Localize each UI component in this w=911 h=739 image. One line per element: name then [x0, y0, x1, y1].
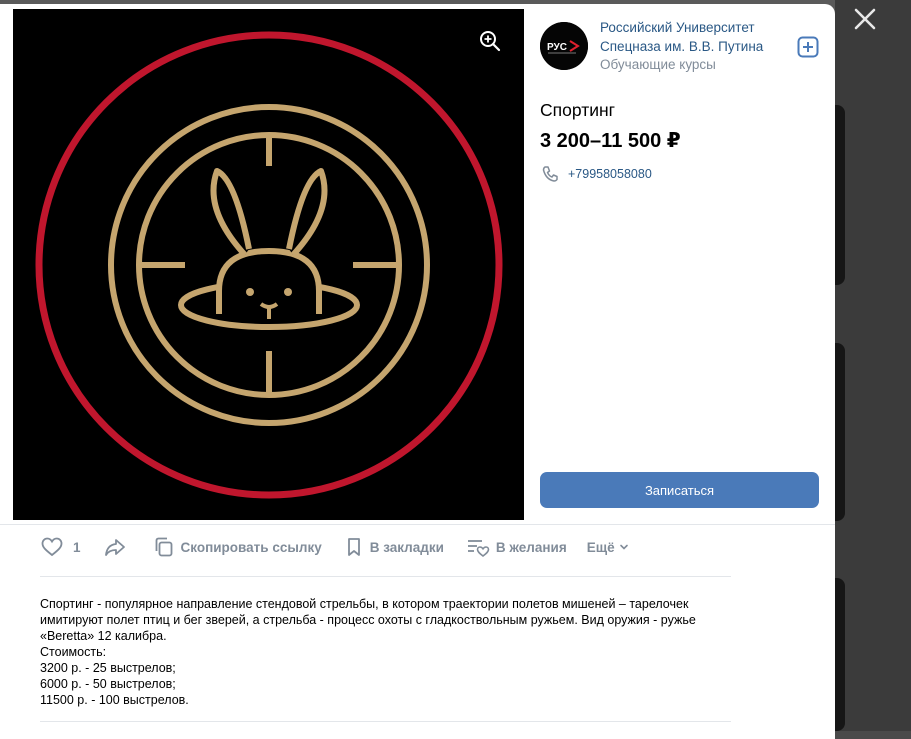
product-photo[interactable]	[13, 9, 524, 520]
more-button[interactable]: Ещё	[587, 540, 630, 555]
product-info-panel: РУС Российский Университет Спецназа им. …	[540, 4, 825, 524]
divider	[40, 576, 731, 577]
bookmark-label: В закладки	[369, 539, 444, 555]
plus-square-icon	[797, 36, 819, 58]
zoom-button[interactable]	[479, 30, 501, 52]
background-feed	[835, 0, 911, 731]
more-label: Ещё	[586, 539, 615, 555]
background-card	[835, 343, 845, 521]
phone-link[interactable]: +79958058080	[568, 167, 652, 181]
svg-text:РУС: РУС	[547, 42, 567, 53]
description-text: Стоимость:	[40, 645, 107, 659]
description-text: 6000 р. - 50 выстрелов;	[40, 677, 176, 691]
description-text: Спортинг - популярное направление стендо…	[40, 597, 696, 643]
divider	[0, 524, 835, 525]
add-button[interactable]	[797, 36, 819, 58]
product-price: 3 200–11 500 ₽	[540, 130, 681, 152]
copy-link-button[interactable]: Скопировать ссылку	[153, 536, 322, 558]
copy-link-label: Скопировать ссылку	[180, 539, 322, 555]
org-name-link[interactable]: Российский Университет Спецназа им. В.В.…	[600, 18, 790, 56]
wishlist-button[interactable]: В желания	[466, 536, 567, 558]
signup-button[interactable]: Записаться	[540, 472, 819, 508]
description-text: 3200 р. - 25 выстрелов;	[40, 661, 176, 675]
wishlist-label: В желания	[495, 539, 567, 555]
bookmark-icon	[347, 538, 360, 556]
club-logo	[35, 31, 503, 499]
product-description: Спортинг - популярное направление стендо…	[40, 596, 730, 708]
org-category: Обучающие курсы	[600, 57, 716, 72]
chevron-down-icon	[619, 544, 628, 550]
action-bar: 1 Скопировать ссылку В закладки В желани…	[40, 532, 630, 562]
product-title: Спортинг	[540, 100, 616, 120]
like-count: 1	[73, 539, 81, 555]
background-card	[835, 578, 845, 731]
zoom-in-icon	[480, 31, 501, 52]
phone-row: +79958058080	[540, 164, 652, 184]
bookmark-button[interactable]: В закладки	[344, 536, 444, 558]
share-button[interactable]	[103, 535, 127, 559]
close-button[interactable]	[852, 6, 878, 32]
share-arrow-icon	[104, 539, 125, 556]
close-icon	[854, 8, 876, 30]
like-button[interactable]: 1	[40, 535, 81, 559]
copy-icon	[155, 537, 172, 557]
org-logo: РУС	[540, 22, 588, 70]
heart-icon	[41, 537, 63, 557]
avatar[interactable]: РУС	[540, 22, 588, 70]
product-modal: РУС Российский Университет Спецназа им. …	[0, 4, 835, 739]
wishlist-icon	[467, 540, 490, 558]
description-text: 11500 р. - 100 выстрелов.	[40, 693, 189, 707]
phone-icon	[542, 166, 558, 182]
divider	[40, 721, 731, 722]
background-card	[835, 105, 845, 285]
